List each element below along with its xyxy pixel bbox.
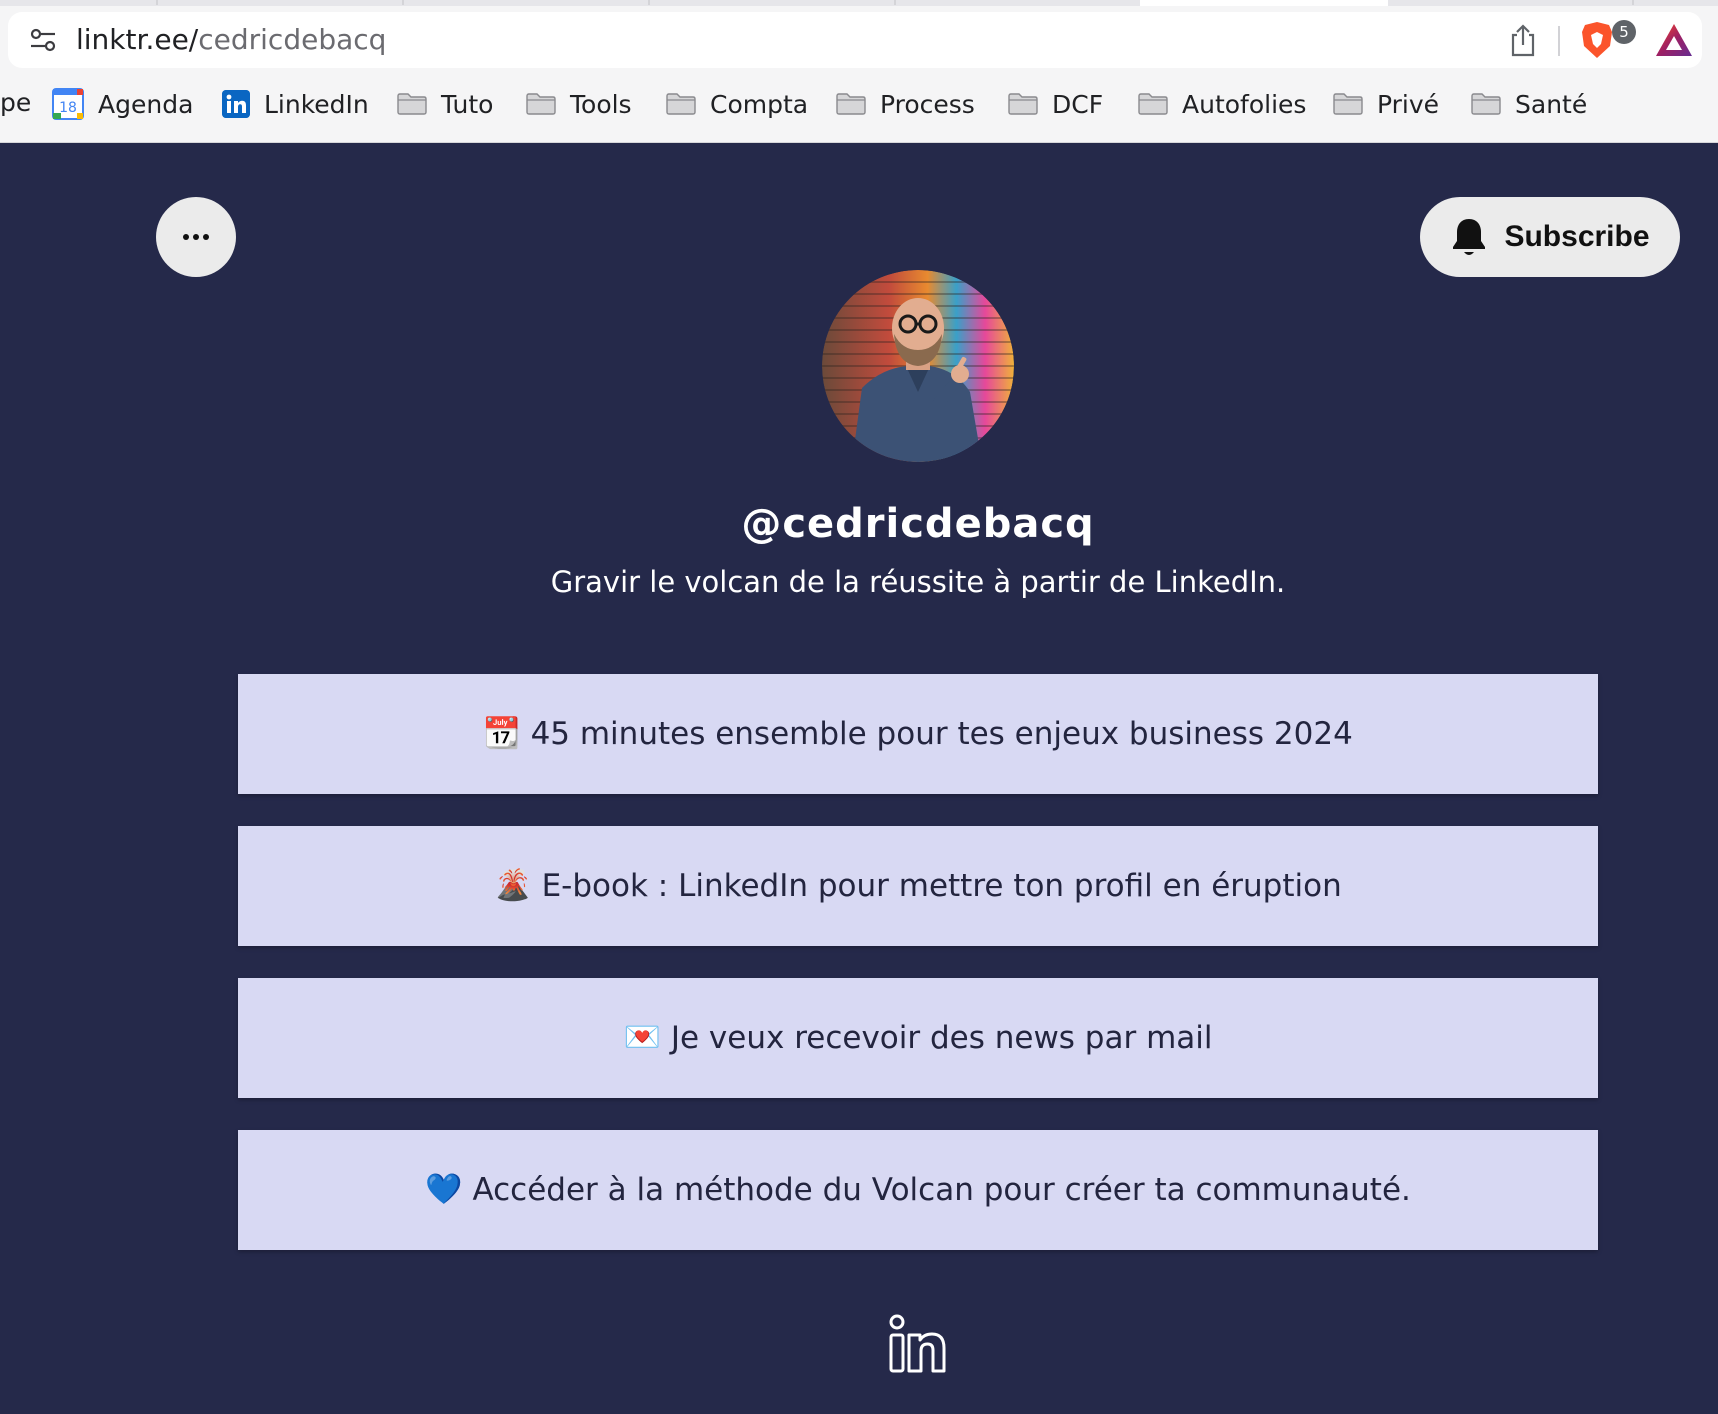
- bookmark-label: Tools: [570, 89, 632, 119]
- link-label: E-book : LinkedIn pour mettre ton profil…: [541, 868, 1342, 904]
- folder-icon: [397, 93, 427, 115]
- more-options-button[interactable]: [156, 197, 236, 277]
- url-host: linktr.ee/: [76, 23, 199, 56]
- bookmark-label: Privé: [1377, 89, 1440, 119]
- subscribe-label: Subscribe: [1504, 220, 1650, 253]
- bookmark-partial[interactable]: pe: [0, 86, 31, 120]
- calendar-icon: 18: [52, 88, 84, 120]
- volcano-emoji-icon: 🌋: [494, 868, 532, 903]
- share-icon[interactable]: [1508, 23, 1538, 57]
- toolbar-separator: [1558, 26, 1560, 56]
- active-tab[interactable]: [1140, 0, 1388, 6]
- bookmark-label: Process: [880, 89, 975, 119]
- profile-handle: @cedricdebacq: [741, 501, 1095, 547]
- profile-avatar: [822, 270, 1014, 462]
- link-button-ebook[interactable]: 🌋 E-book : LinkedIn pour mettre ton prof…: [238, 826, 1598, 946]
- linkedin-icon: [222, 90, 250, 118]
- link-button-newsletter[interactable]: 💌 Je veux recevoir des news par mail: [238, 978, 1598, 1098]
- url-path: cedricdebacq: [198, 23, 387, 56]
- bookmark-label: Santé: [1515, 89, 1588, 119]
- bookmarks-bar: pe 18 Agenda LinkedIn Tuto Tools Compta …: [0, 82, 1718, 126]
- folder-icon: [1138, 93, 1168, 115]
- site-settings-icon[interactable]: [30, 28, 56, 52]
- folder-icon: [1333, 93, 1363, 115]
- bookmark-label: LinkedIn: [264, 89, 369, 119]
- bookmark-process[interactable]: Process: [836, 86, 975, 122]
- profile-bio: Gravir le volcan de la réussite à partir…: [550, 565, 1286, 599]
- bookmark-label: Agenda: [98, 89, 194, 119]
- bookmark-label: Autofolies: [1182, 89, 1307, 119]
- brave-rewards-icon[interactable]: [1654, 22, 1694, 58]
- tab-strip: [0, 0, 1718, 6]
- bell-icon: [1453, 219, 1486, 255]
- link-label: Accéder à la méthode du Volcan pour crée…: [472, 1172, 1411, 1208]
- bookmark-autofolies[interactable]: Autofolies: [1138, 86, 1306, 122]
- bookmark-prive[interactable]: Privé: [1333, 86, 1439, 122]
- ellipsis-icon: [183, 234, 209, 240]
- folder-icon: [1008, 93, 1038, 115]
- subscribe-button[interactable]: Subscribe: [1420, 197, 1680, 277]
- calendar-emoji-icon: 📆: [483, 716, 521, 751]
- linktree-page: Subscribe @cedricdebacq Gravir le volcan…: [0, 143, 1718, 1414]
- link-button-meeting[interactable]: 📆 45 minutes ensemble pour tes enjeux bu…: [238, 674, 1598, 794]
- link-button-volcan-method[interactable]: 💙 Accéder à la méthode du Volcan pour cr…: [238, 1130, 1598, 1250]
- bookmark-tools[interactable]: Tools: [526, 86, 632, 122]
- shields-count-badge: 5: [1612, 20, 1636, 44]
- bookmark-tuto[interactable]: Tuto: [397, 86, 493, 122]
- folder-icon: [666, 93, 696, 115]
- url-text[interactable]: linktr.ee/cedricdebacq: [76, 22, 386, 58]
- folder-icon: [526, 93, 556, 115]
- linkedin-icon[interactable]: [886, 1313, 948, 1375]
- love-letter-emoji-icon: 💌: [623, 1020, 661, 1055]
- address-bar[interactable]: linktr.ee/cedricdebacq 5: [8, 12, 1702, 68]
- bookmark-label: DCF: [1052, 89, 1104, 119]
- calendar-day: 18: [59, 100, 77, 116]
- bookmark-sante[interactable]: Santé: [1471, 86, 1587, 122]
- brave-shields-icon[interactable]: [1580, 20, 1614, 60]
- blue-heart-emoji-icon: 💙: [425, 1172, 463, 1207]
- folder-icon: [836, 93, 866, 115]
- bookmark-linkedin[interactable]: LinkedIn: [222, 86, 369, 122]
- browser-chrome: linktr.ee/cedricdebacq 5 pe 18 Agenda Li…: [0, 0, 1718, 143]
- link-label: Je veux recevoir des news par mail: [670, 1020, 1213, 1056]
- link-label: 45 minutes ensemble pour tes enjeux busi…: [530, 716, 1353, 752]
- bookmark-compta[interactable]: Compta: [666, 86, 808, 122]
- folder-icon: [1471, 93, 1501, 115]
- bookmark-agenda[interactable]: 18 Agenda: [52, 86, 193, 122]
- bookmark-label: Compta: [710, 89, 809, 119]
- bookmark-dcf[interactable]: DCF: [1008, 86, 1103, 122]
- bookmark-label: Tuto: [441, 89, 494, 119]
